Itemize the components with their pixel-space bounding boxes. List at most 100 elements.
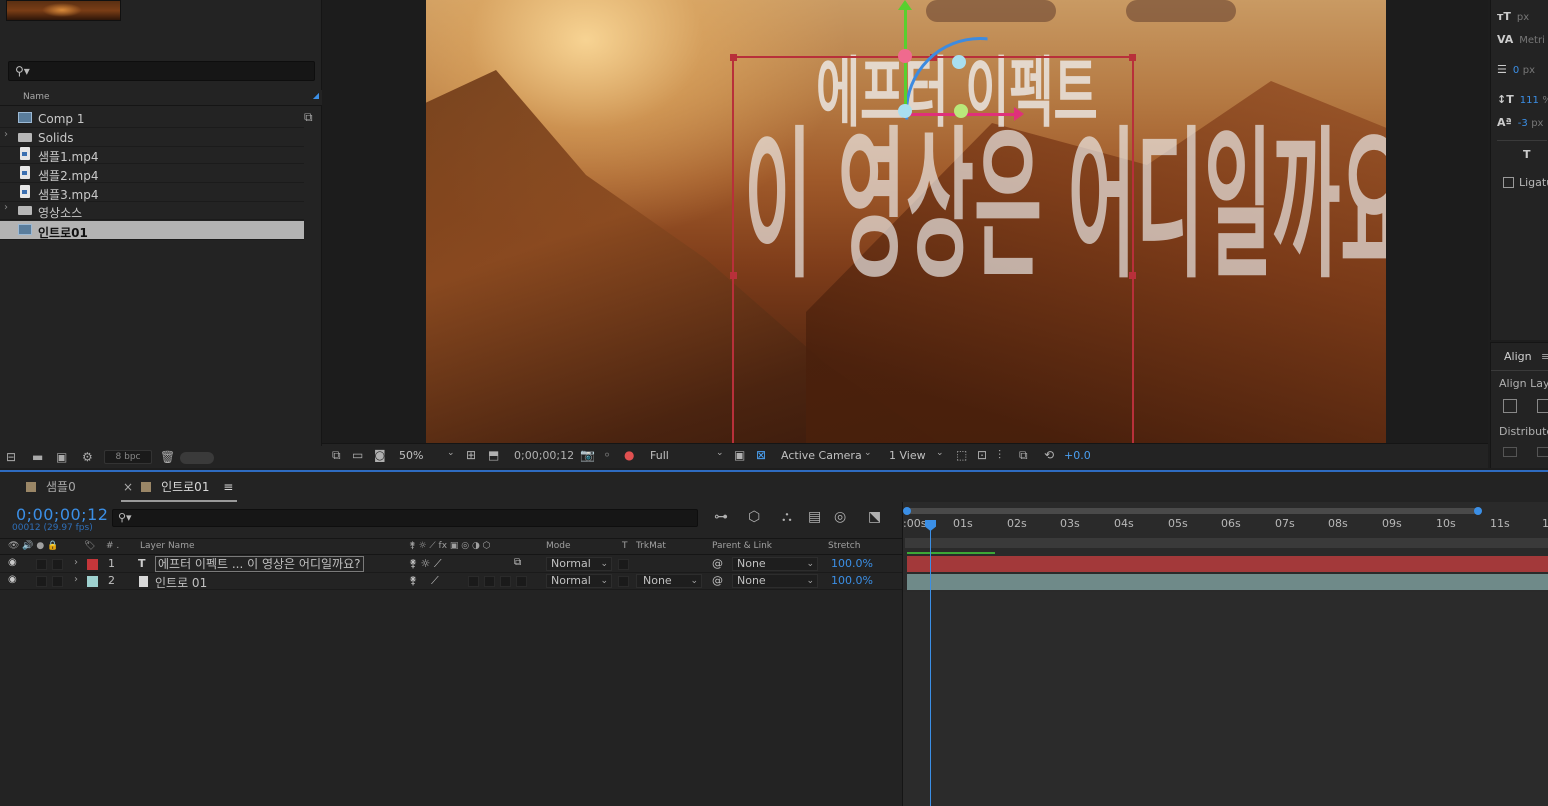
current-time-indicator-head[interactable] bbox=[925, 520, 936, 531]
chevron-down-icon[interactable]: ⌄ bbox=[716, 448, 724, 458]
align-hcenter-icon[interactable] bbox=[1537, 399, 1548, 413]
layer-switches[interactable]: ⚵ ⟋ bbox=[409, 574, 439, 588]
leading-row[interactable]: ☰ 0 px bbox=[1497, 63, 1535, 76]
shy-layers-icon[interactable]: ⛬ bbox=[782, 509, 792, 525]
toggle-pixel-aspect-icon[interactable]: ⊡ bbox=[977, 448, 987, 462]
layer-search-input[interactable]: ⚲▾ bbox=[112, 509, 698, 527]
project-item-sample3[interactable]: 샘플3.mp4 bbox=[0, 183, 304, 202]
current-time-display[interactable]: 0;00;00;12 bbox=[16, 505, 108, 524]
mode-header[interactable]: Mode bbox=[546, 541, 571, 551]
draft-3d-icon[interactable]: ⬡ bbox=[748, 509, 760, 525]
eye-icon[interactable]: ◉ bbox=[8, 574, 17, 585]
chevron-down-icon[interactable]: ⌄ bbox=[447, 448, 455, 458]
mask-visibility-icon[interactable]: ⬒ bbox=[488, 448, 499, 462]
current-time-indicator-line[interactable] bbox=[930, 522, 931, 806]
preserve-transparency-switch[interactable] bbox=[618, 576, 629, 587]
flowchart-icon[interactable]: ⧉ bbox=[1019, 448, 1028, 463]
preserve-transparency-switch[interactable] bbox=[618, 559, 629, 570]
navigator-start-handle[interactable] bbox=[903, 507, 911, 515]
sort-arrow-icon[interactable]: ◢ bbox=[313, 91, 319, 100]
solo-switch[interactable] bbox=[36, 559, 47, 570]
tab-align[interactable]: Align ≡ bbox=[1491, 343, 1548, 371]
panel-menu-icon[interactable]: ≡ bbox=[1541, 350, 1548, 363]
anchor-point-handle[interactable] bbox=[898, 104, 912, 118]
faux-bold-icon[interactable]: T bbox=[1523, 148, 1537, 161]
lock-switch[interactable] bbox=[52, 559, 63, 570]
layer-row[interactable]: ◉ › 2 인트로 01 ⚵ ⟋ Normal ⌄ None ⌄ @ None ⌄ 1… bbox=[0, 573, 902, 590]
trash-icon[interactable]: 🗑 bbox=[160, 450, 175, 464]
vr-mask-icon[interactable]: ◙ bbox=[374, 448, 386, 462]
baseline-shift-row[interactable]: Aª -3 px bbox=[1497, 116, 1543, 129]
layer-switches[interactable]: ⚵ ☼ ⟋ bbox=[409, 557, 442, 571]
rotation-handle[interactable] bbox=[952, 55, 966, 69]
lock-switch[interactable] bbox=[52, 576, 63, 587]
layer-row[interactable]: ◉ › 1 T 에프터 이펙트 ... 이 영상은 어디일까요? ⚵ ☼ ⟋ ⧉… bbox=[0, 556, 902, 573]
safe-margins-icon[interactable]: ⊞ bbox=[466, 448, 476, 462]
show-snapshot-icon[interactable]: ⚬ bbox=[602, 448, 612, 462]
exposure-value[interactable]: +0.0 bbox=[1064, 449, 1091, 462]
tab-sample0[interactable]: 샘플0 bbox=[26, 478, 76, 495]
navigator-end-handle[interactable] bbox=[1474, 507, 1482, 515]
zoom-dropdown[interactable]: 50% bbox=[399, 449, 423, 462]
layer-name[interactable]: 인트로 01 bbox=[155, 574, 207, 591]
panel-menu-icon[interactable]: ≡ bbox=[223, 480, 233, 494]
pick-whip-icon[interactable]: @ bbox=[712, 574, 723, 587]
always-preview-icon[interactable]: ⧉ bbox=[332, 448, 341, 463]
transform-handle[interactable] bbox=[730, 54, 737, 61]
resolution-dropdown[interactable]: Full bbox=[650, 449, 669, 462]
align-left-icon[interactable] bbox=[1503, 399, 1517, 413]
3d-layer-switch[interactable]: ⧉ bbox=[514, 557, 521, 568]
label-column-icon[interactable]: 🏷 bbox=[84, 541, 95, 551]
graph-editor-icon[interactable]: ⬔ bbox=[868, 509, 881, 525]
work-area-bar[interactable] bbox=[905, 538, 1548, 548]
transform-handle[interactable] bbox=[730, 272, 737, 279]
project-column-header[interactable]: Name ◢ bbox=[0, 90, 322, 106]
reset-exposure-icon[interactable]: ⟲ bbox=[1044, 448, 1054, 462]
project-item-sample1[interactable]: 샘플1.mp4 bbox=[0, 145, 304, 164]
switch-box[interactable] bbox=[484, 576, 495, 587]
bit-depth-button[interactable]: 8 bpc bbox=[104, 450, 152, 464]
project-scrollbar[interactable] bbox=[180, 452, 214, 464]
time-ruler[interactable]: :00s 01s 02s 03s 04s 05s 06s 07s 08s 09s… bbox=[902, 502, 1548, 806]
time-navigator[interactable] bbox=[903, 507, 1482, 515]
new-folder-icon[interactable]: ▬ bbox=[32, 450, 43, 464]
eye-icon[interactable]: ◉ bbox=[8, 557, 17, 568]
switch-box[interactable] bbox=[516, 576, 527, 587]
solo-switch[interactable] bbox=[36, 576, 47, 587]
transparency-grid-icon[interactable]: ⊠ bbox=[756, 448, 766, 462]
twirl-arrow[interactable]: › bbox=[4, 129, 8, 140]
twirl-arrow[interactable]: › bbox=[74, 574, 78, 585]
switches-header-icons[interactable]: ⚵ ☼ ⟋ fx ▣ ◎ ◑ ⬡ bbox=[409, 541, 491, 551]
chevron-down-icon[interactable]: ⌄ bbox=[864, 448, 872, 458]
twirl-arrow[interactable]: › bbox=[4, 202, 8, 213]
vertical-scale-row[interactable]: ↕T 111 % bbox=[1497, 93, 1548, 106]
label-color-swatch[interactable] bbox=[87, 576, 98, 587]
distribute-vcenter-icon[interactable] bbox=[1537, 447, 1548, 457]
ligatures-checkbox[interactable]: Ligatu bbox=[1503, 176, 1548, 189]
viewer-timecode[interactable]: 0;00;00;12 bbox=[514, 449, 574, 462]
layer-1-duration-bar[interactable] bbox=[907, 556, 1548, 572]
snapshot-camera-icon[interactable]: 📷 bbox=[580, 448, 595, 462]
fast-previews-icon[interactable]: ⫶ bbox=[998, 448, 1001, 463]
switch-box[interactable] bbox=[500, 576, 511, 587]
stretch-header[interactable]: Stretch bbox=[828, 541, 860, 551]
3d-view-icon[interactable]: ⬚ bbox=[956, 448, 967, 462]
close-icon[interactable]: × bbox=[123, 480, 133, 494]
parent-dropdown[interactable]: None ⌄ bbox=[732, 557, 818, 571]
project-search-input[interactable]: ⚲▾ bbox=[8, 61, 315, 81]
distribute-top-icon[interactable] bbox=[1503, 447, 1517, 457]
motion-blur-icon[interactable]: ◎ bbox=[834, 509, 846, 525]
twirl-arrow[interactable]: › bbox=[74, 557, 78, 568]
blend-mode-dropdown[interactable]: Normal ⌄ bbox=[546, 574, 612, 588]
av-features-icons[interactable]: 👁 🔊 ● 🔒 bbox=[8, 541, 58, 551]
blend-mode-dropdown[interactable]: Normal ⌄ bbox=[546, 557, 612, 571]
transform-handle[interactable] bbox=[1129, 272, 1136, 279]
label-color-swatch[interactable] bbox=[87, 559, 98, 570]
monitor-icon[interactable]: ▭ bbox=[352, 448, 363, 462]
region-of-interest-icon[interactable]: ▣ bbox=[734, 448, 745, 462]
new-composition-icon[interactable]: ▣ bbox=[56, 450, 67, 464]
pick-whip-icon[interactable]: @ bbox=[712, 557, 723, 570]
view-layout-dropdown[interactable]: 1 View bbox=[889, 449, 926, 462]
interpret-footage-icon[interactable]: ⊟ bbox=[6, 450, 16, 464]
color-channels-icon[interactable]: ● bbox=[624, 448, 634, 462]
